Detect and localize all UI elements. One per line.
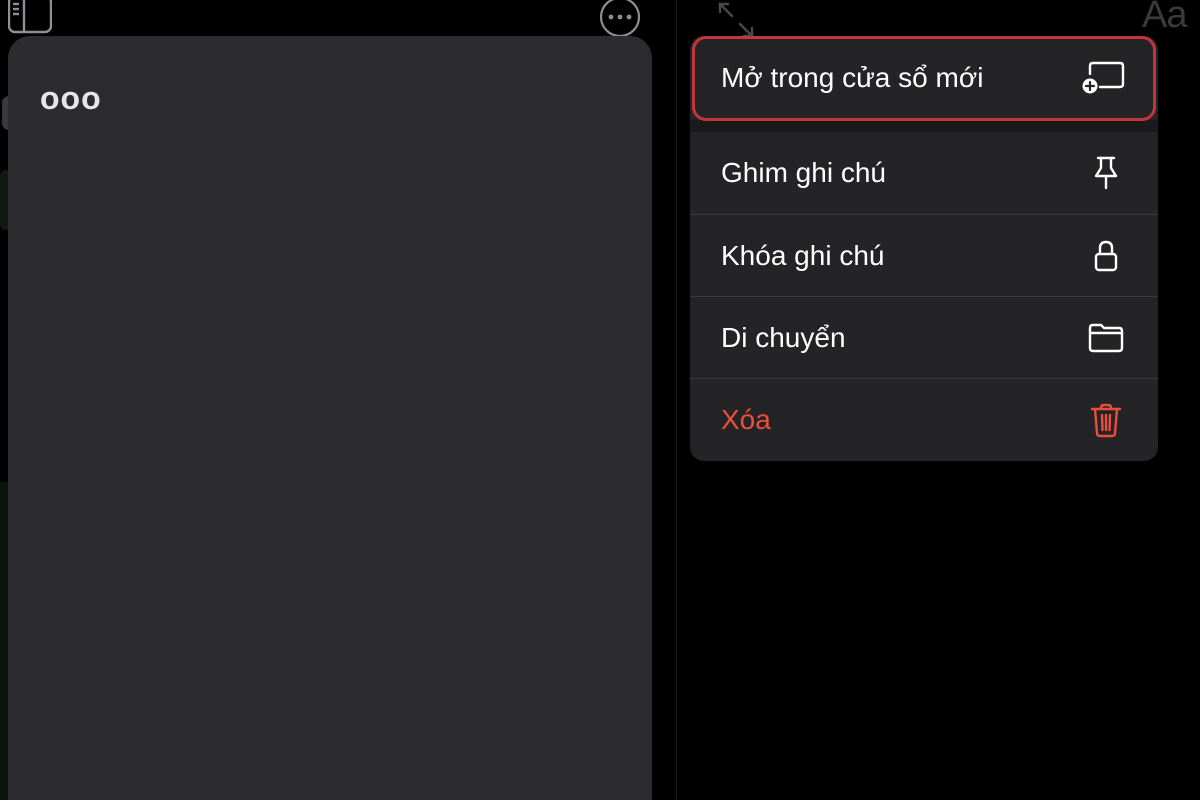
lock-icon xyxy=(1094,240,1118,272)
menu-item-label: Ghim ghi chú xyxy=(721,157,886,188)
menu-item-move[interactable]: Di chuyển xyxy=(690,297,1158,379)
note-preview-card: ooo xyxy=(8,36,652,800)
menu-item-pin-note[interactable]: Ghim ghi chú xyxy=(690,132,1158,214)
more-options-icon[interactable] xyxy=(599,0,641,38)
menu-item-label: Di chuyển xyxy=(721,322,846,353)
context-menu: Mở trong cửa sổ mới Ghim ghi chú Khóa gh… xyxy=(690,36,1158,461)
menu-item-label: Mở trong cửa sổ mới xyxy=(721,62,984,93)
menu-item-label: Xóa xyxy=(721,404,771,435)
sidebar-toggle-icon[interactable] xyxy=(8,0,52,36)
menu-item-label: Khóa ghi chú xyxy=(721,240,885,271)
new-window-icon xyxy=(1082,61,1125,94)
note-preview-title: ooo xyxy=(40,80,102,116)
pin-icon xyxy=(1094,156,1118,190)
menu-item-delete[interactable]: Xóa xyxy=(690,379,1158,461)
font-format-button[interactable]: Aa xyxy=(1142,0,1187,37)
notes-app-screen: Aa ooo Mở trong cửa sổ mới Ghim ghi chú xyxy=(0,0,1200,800)
menu-section-gap xyxy=(690,120,1158,132)
menu-item-open-new-window[interactable]: Mở trong cửa sổ mới xyxy=(690,36,1158,120)
split-divider xyxy=(676,0,677,800)
expand-icon[interactable] xyxy=(716,0,756,40)
folder-icon xyxy=(1088,323,1124,353)
trash-icon xyxy=(1090,403,1122,438)
menu-item-lock-note[interactable]: Khóa ghi chú xyxy=(690,215,1158,297)
